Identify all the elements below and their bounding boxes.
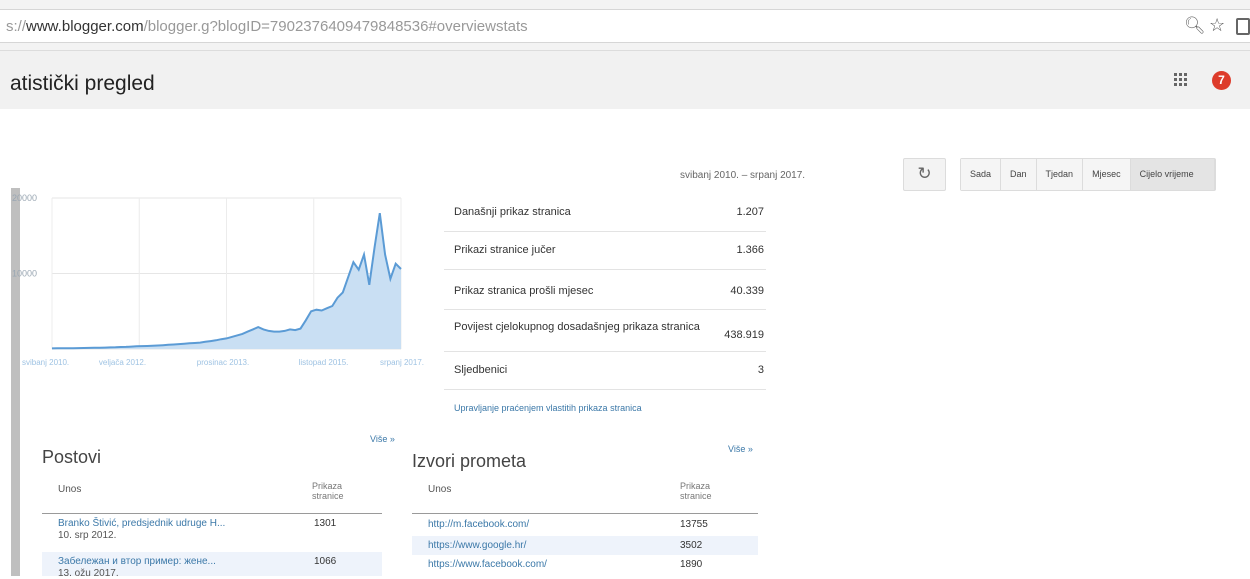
- stat-label: Povijest cjelokupnog dosadašnjeg prikaza…: [454, 321, 700, 333]
- url-scheme: s://: [6, 18, 27, 35]
- x-tick-label: prosinac 2013.: [197, 358, 249, 367]
- y-axis-ticks: 20000 10000: [12, 193, 37, 279]
- address-text[interactable]: s://www.blogger.com/blogger.g?blogID=790…: [6, 18, 528, 35]
- table-row: Забележан и втор пример: жене... 13. ožu…: [42, 552, 382, 579]
- x-tick-label: veljača 2012.: [99, 358, 146, 367]
- range-button-all-time[interactable]: Cijelo vrijeme: [1130, 159, 1215, 190]
- stat-label: Sljedbenici: [454, 364, 508, 376]
- table-row: https://www.google.hr/ 3502: [412, 536, 758, 555]
- range-button-now[interactable]: Sada: [961, 159, 1002, 190]
- date-range-label: svibanj 2010. – srpanj 2017.: [680, 170, 806, 181]
- traffic-source-link[interactable]: https://www.facebook.com/: [428, 559, 547, 570]
- posts-more-link[interactable]: Više »: [370, 434, 395, 444]
- page-header: atistički pregled 7: [0, 51, 1250, 109]
- table-row: https://www.facebook.com/ 1890: [412, 555, 758, 574]
- traffic-header-rule: [412, 513, 758, 514]
- x-tick-label: listopad 2015.: [299, 358, 349, 367]
- x-tick-label: srpanj 2017.: [380, 358, 424, 367]
- stat-row: Sljedbenici 3: [444, 351, 766, 390]
- pageviews-chart: 20000 10000 svibanj 2010. veljača 2012. pro…: [12, 193, 424, 367]
- stat-value: 3: [757, 364, 764, 376]
- table-row: http://m.facebook.com/ 13755: [412, 515, 758, 534]
- stat-row: Povijest cjelokupnog dosadašnjeg prikaza…: [444, 309, 766, 352]
- stat-value: 40.339: [730, 285, 764, 297]
- range-button-month[interactable]: Mjesec: [1083, 159, 1131, 190]
- range-button-week[interactable]: Tjedan: [1036, 159, 1084, 190]
- post-views: 1301: [314, 518, 337, 529]
- stat-value: 1.366: [736, 244, 764, 256]
- traffic-views: 13755: [680, 519, 708, 530]
- range-selector: Sada Dan Tjedan Mjesec Cijelo vrijeme: [960, 158, 1216, 191]
- apps-grid-icon[interactable]: [1174, 73, 1188, 87]
- stat-label: Prikazi stranice jučer: [454, 244, 556, 256]
- stat-value: 1.207: [736, 206, 764, 218]
- traffic-title: Izvori prometa: [412, 451, 527, 471]
- stat-label: Današnji prikaz stranica: [454, 206, 571, 218]
- address-bar[interactable]: s://www.blogger.com/blogger.g?blogID=790…: [0, 9, 1250, 43]
- browser-toolbar: s://www.blogger.com/blogger.g?blogID=790…: [0, 0, 1250, 51]
- post-date: 13. ožu 2017.: [58, 568, 119, 579]
- notification-badge[interactable]: 7: [1212, 71, 1231, 90]
- stat-label: Prikaz stranica prošli mjesec: [454, 285, 594, 297]
- page-title: atistički pregled: [10, 72, 155, 95]
- traffic-col-entry: Unos: [428, 484, 452, 495]
- refresh-button[interactable]: ↻: [903, 158, 946, 191]
- posts-col-views: Prikaza stranice: [312, 481, 344, 501]
- bookmark-star-icon[interactable]: ☆: [1209, 15, 1225, 36]
- range-button-day[interactable]: Dan: [1001, 159, 1037, 190]
- y-tick-label: 20000: [12, 193, 37, 203]
- url-host: www.blogger.com: [26, 18, 144, 35]
- zoom-icon[interactable]: 🔍︎: [1184, 16, 1206, 36]
- post-title-link[interactable]: Забележан и втор пример: жене...: [58, 556, 216, 567]
- post-views: 1066: [314, 556, 337, 567]
- post-date: 10. srp 2012.: [58, 530, 117, 541]
- extension-icon[interactable]: [1236, 18, 1250, 35]
- post-title-link[interactable]: Branko Štivić, predsjednik udruge H...: [58, 518, 225, 529]
- traffic-source-link[interactable]: http://m.facebook.com/: [428, 519, 529, 530]
- stat-row: Današnji prikaz stranica 1.207: [444, 193, 766, 232]
- x-axis-ticks: svibanj 2010. veljača 2012. prosinac 2013.…: [22, 358, 424, 367]
- posts-col-entry: Unos: [58, 484, 82, 495]
- traffic-col-views: Prikaza stranice: [680, 481, 712, 501]
- stat-row: Prikazi stranice jučer 1.366: [444, 231, 766, 270]
- stat-value: 438.919: [724, 329, 764, 341]
- traffic-source-link[interactable]: https://www.google.hr/: [428, 540, 526, 551]
- posts-title: Postovi: [42, 447, 102, 467]
- traffic-views: 1890: [680, 559, 703, 570]
- url-path: /blogger.g?blogID=7902376409479848536#ov…: [143, 18, 528, 35]
- manage-pageview-tracking-link[interactable]: Upravljanje praćenjem vlastitih prikaza …: [454, 403, 642, 413]
- traffic-views: 3502: [680, 540, 703, 551]
- stat-row: Prikaz stranica prošli mjesec 40.339: [444, 269, 766, 310]
- y-tick-label: 10000: [12, 269, 37, 279]
- traffic-more-link[interactable]: Više »: [728, 444, 753, 454]
- refresh-icon: ↻: [917, 164, 932, 183]
- x-tick-label: svibanj 2010.: [22, 358, 69, 367]
- table-row: Branko Štivić, predsjednik udruge H... 1…: [42, 514, 382, 544]
